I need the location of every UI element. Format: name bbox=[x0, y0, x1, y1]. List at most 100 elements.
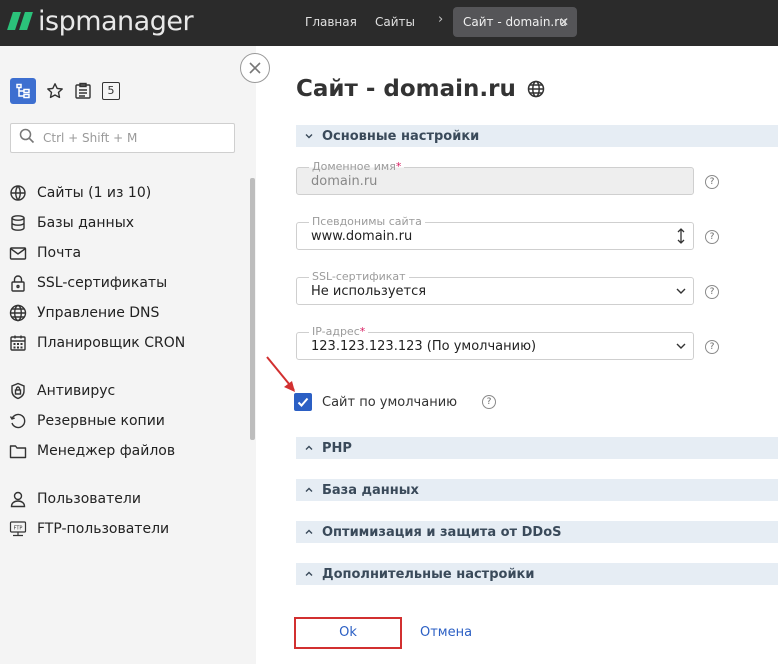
nav-home-link[interactable]: Главная bbox=[305, 15, 357, 29]
domain-name-value: domain.ru bbox=[311, 174, 378, 189]
sites-icon bbox=[8, 183, 28, 203]
help-icon[interactable]: ? bbox=[705, 340, 719, 354]
default-site-row: Сайт по умолчанию bbox=[294, 393, 457, 411]
mail-icon bbox=[8, 243, 28, 263]
section-ddos[interactable]: Оптимизация и защита от DDoS bbox=[296, 521, 778, 543]
section-title: База данных bbox=[322, 482, 419, 498]
close-icon bbox=[249, 62, 261, 74]
domain-name-field: Доменное имя* domain.ru bbox=[296, 160, 694, 195]
tab-site-domain[interactable]: Сайт - domain.ru ✕ bbox=[453, 7, 577, 37]
user-icon bbox=[8, 489, 28, 509]
ok-button[interactable]: Ok bbox=[294, 617, 402, 649]
page-title-text: Сайт - domain.ru bbox=[296, 76, 516, 102]
globe-icon bbox=[8, 303, 28, 323]
sidebar-item-label: FTP-пользователи bbox=[37, 521, 170, 537]
tree-view-icon[interactable] bbox=[10, 78, 36, 104]
lock-icon bbox=[8, 273, 28, 293]
sidebar-item-antivirus[interactable]: Антивирус bbox=[8, 376, 244, 406]
site-aliases-field[interactable]: Псевдонимы сайта www.domain.ru bbox=[296, 215, 694, 250]
search-input[interactable] bbox=[43, 131, 213, 145]
main-form: Сайт - domain.ru Основные настройки Доме… bbox=[256, 46, 778, 664]
ssl-certificate-value: Не используется bbox=[311, 284, 427, 299]
top-bar: ispmanager Главная Сайты › Сайт - domain… bbox=[0, 0, 778, 46]
section-database[interactable]: База данных bbox=[296, 479, 778, 501]
sidebar-item-label: Антивирус bbox=[37, 383, 116, 399]
section-title: PHP bbox=[322, 440, 352, 456]
site-aliases-value: www.domain.ru bbox=[311, 229, 413, 244]
field-label: SSL-сертификат bbox=[309, 270, 409, 284]
folder-icon bbox=[8, 441, 28, 461]
favorites-star-icon[interactable] bbox=[46, 82, 64, 100]
sidebar-search bbox=[10, 123, 235, 153]
nav-sites-link[interactable]: Сайты bbox=[375, 15, 415, 29]
sidebar-item-label: Управление DNS bbox=[37, 305, 160, 321]
ssl-certificate-select[interactable]: SSL-сертификат Не используется bbox=[296, 270, 694, 305]
sidebar-item-ftp-users[interactable]: FTP FTP-пользователи bbox=[8, 514, 244, 544]
sidebar-item-label: Планировщик CRON bbox=[37, 335, 186, 351]
section-php[interactable]: PHP bbox=[296, 437, 778, 459]
sidebar-group-divider bbox=[8, 358, 244, 376]
clipboard-icon[interactable] bbox=[74, 82, 92, 100]
chevron-down-icon bbox=[676, 343, 686, 349]
calendar-icon bbox=[8, 333, 28, 353]
annotation-arrow-icon bbox=[266, 356, 295, 392]
default-site-label[interactable]: Сайт по умолчанию bbox=[322, 395, 457, 410]
help-icon[interactable]: ? bbox=[705, 230, 719, 244]
ip-address-value: 123.123.123.123 (По умолчанию) bbox=[311, 339, 537, 354]
sidebar-item-label: Базы данных bbox=[37, 215, 135, 231]
sidebar-item-label: SSL-сертификаты bbox=[37, 275, 168, 291]
chevron-down-icon bbox=[305, 134, 313, 139]
search-icon bbox=[19, 128, 35, 148]
notifications-count-badge[interactable]: 5 bbox=[102, 82, 120, 100]
tab-label: Сайт - domain.ru bbox=[463, 15, 567, 29]
field-label: Доменное имя* bbox=[309, 160, 405, 174]
chevron-up-icon bbox=[305, 445, 313, 450]
section-title: Основные настройки bbox=[322, 128, 480, 144]
sidebar-item-label: Менеджер файлов bbox=[37, 443, 176, 459]
help-icon[interactable]: ? bbox=[705, 285, 719, 299]
chevron-up-icon bbox=[305, 487, 313, 492]
cancel-button[interactable]: Отмена bbox=[420, 625, 472, 640]
ip-address-select[interactable]: IP-адрес* 123.123.123.123 (По умолчанию) bbox=[296, 325, 694, 360]
sidebar-item-ssl[interactable]: SSL-сертификаты bbox=[8, 268, 244, 298]
database-icon bbox=[8, 213, 28, 233]
sidebar-item-backups[interactable]: Резервные копии bbox=[8, 406, 244, 436]
chevron-down-icon bbox=[676, 288, 686, 294]
section-title: Оптимизация и защита от DDoS bbox=[322, 524, 562, 540]
help-icon[interactable]: ? bbox=[705, 175, 719, 189]
ftp-icon: FTP bbox=[8, 519, 28, 539]
sidebar-item-users[interactable]: Пользователи bbox=[8, 484, 244, 514]
sidebar-item-file-manager[interactable]: Менеджер файлов bbox=[8, 436, 244, 466]
page-title: Сайт - domain.ru bbox=[296, 76, 546, 102]
sidebar-group-divider bbox=[8, 466, 244, 484]
chevron-up-icon bbox=[305, 571, 313, 576]
sidebar-toolbar: 5 bbox=[10, 78, 120, 104]
sidebar-menu: Сайты (1 из 10) Базы данных Почта SSL-се… bbox=[8, 178, 244, 544]
breadcrumb-chevron-icon: › bbox=[438, 12, 444, 27]
close-form-button[interactable] bbox=[240, 53, 270, 83]
sidebar-item-label: Резервные копии bbox=[37, 413, 165, 429]
help-icon[interactable]: ? bbox=[482, 395, 496, 409]
sidebar-scrollbar[interactable] bbox=[250, 178, 255, 440]
field-label: Псевдонимы сайта bbox=[309, 215, 425, 229]
sidebar-item-databases[interactable]: Базы данных bbox=[8, 208, 244, 238]
sidebar: 5 Сайты (1 из 10) Базы данных Почта SSL-… bbox=[0, 46, 256, 664]
section-basic-settings[interactable]: Основные настройки bbox=[296, 125, 778, 147]
backup-icon bbox=[8, 411, 28, 431]
sidebar-item-cron[interactable]: Планировщик CRON bbox=[8, 328, 244, 358]
sidebar-item-label: Пользователи bbox=[37, 491, 141, 507]
section-extra-settings[interactable]: Дополнительные настройки bbox=[296, 563, 778, 585]
resize-vertical-icon[interactable] bbox=[675, 228, 687, 244]
sidebar-item-sites[interactable]: Сайты (1 из 10) bbox=[8, 178, 244, 208]
tab-close-icon[interactable]: ✕ bbox=[559, 7, 569, 37]
logo[interactable]: ispmanager bbox=[7, 6, 194, 37]
sidebar-item-label: Почта bbox=[37, 245, 82, 261]
svg-text:FTP: FTP bbox=[14, 526, 23, 532]
section-title: Дополнительные настройки bbox=[322, 566, 535, 582]
sidebar-item-dns[interactable]: Управление DNS bbox=[8, 298, 244, 328]
shield-icon bbox=[8, 381, 28, 401]
sidebar-item-mail[interactable]: Почта bbox=[8, 238, 244, 268]
globe-icon[interactable] bbox=[526, 79, 546, 99]
chevron-up-icon bbox=[305, 529, 313, 534]
field-label: IP-адрес* bbox=[309, 325, 369, 339]
